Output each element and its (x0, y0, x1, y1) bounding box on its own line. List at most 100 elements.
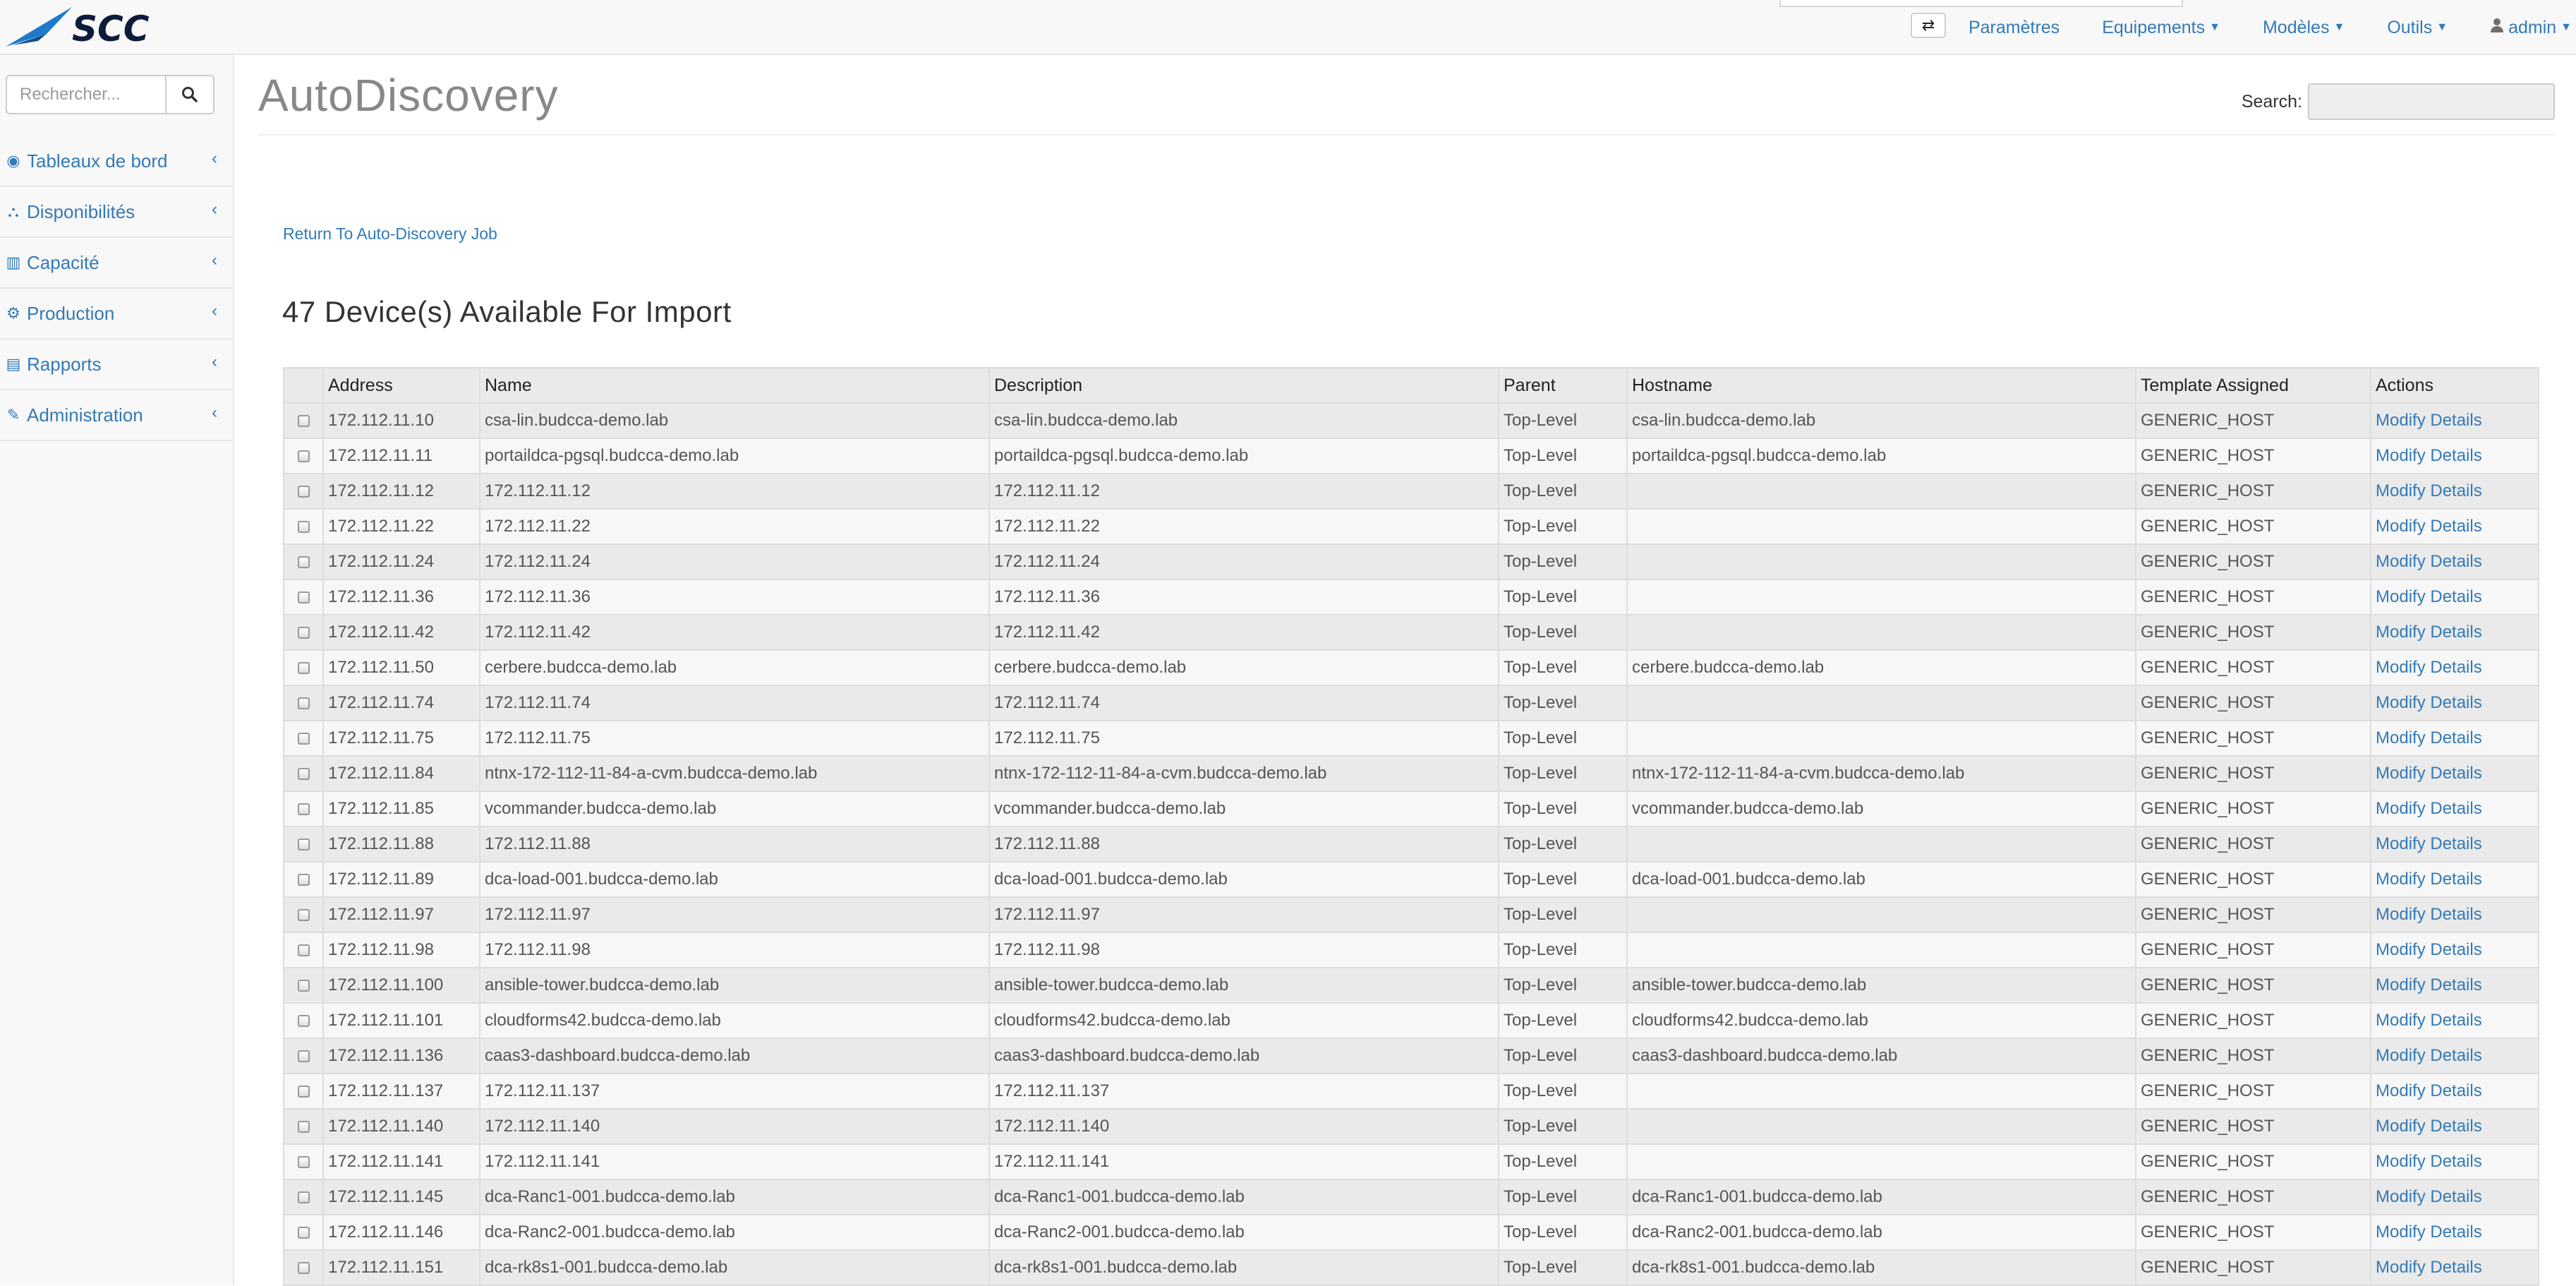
header-actions[interactable]: Actions (2370, 367, 2539, 404)
select-cell (283, 1073, 324, 1110)
row-checkbox[interactable] (297, 839, 310, 851)
modify-details-link[interactable]: Modify Details (2370, 438, 2539, 474)
cell-address: 172.112.11.24 (322, 543, 480, 580)
modify-details-link[interactable]: Modify Details (2370, 826, 2539, 863)
cogs-icon: ⚙ (6, 304, 20, 322)
table-search: Search: (2242, 83, 2555, 120)
sidebar-item-production[interactable]: ⚙ Production ‹ (0, 289, 233, 339)
row-checkbox[interactable] (297, 521, 310, 534)
modify-details-link[interactable]: Modify Details (2370, 543, 2539, 580)
scc-logo[interactable]: SCC (3, 3, 207, 49)
row-checkbox[interactable] (297, 1015, 310, 1028)
cell-hostname: portaildca-pgsql.budcca-demo.lab (1626, 438, 2136, 474)
modify-details-link[interactable]: Modify Details (2370, 579, 2539, 615)
row-checkbox[interactable] (297, 697, 310, 710)
modify-details-link[interactable]: Modify Details (2370, 896, 2539, 933)
modify-details-link[interactable]: Modify Details (2370, 720, 2539, 757)
table-body: 172.112.11.10 csa-lin.budcca-demo.lab csa-… (283, 402, 2539, 1286)
row-checkbox[interactable] (297, 768, 310, 781)
row-checkbox[interactable] (297, 1121, 310, 1134)
header-name[interactable]: Name (479, 367, 990, 404)
modify-details-link[interactable]: Modify Details (2370, 1179, 2539, 1215)
header-parent[interactable]: Parent (1498, 367, 1628, 404)
modify-details-link[interactable]: Modify Details (2370, 1143, 2539, 1180)
modify-details-link[interactable]: Modify Details (2370, 508, 2539, 545)
cell-address: 172.112.11.42 (322, 614, 480, 651)
cell-template: GENERIC_HOST (2135, 508, 2371, 545)
row-checkbox[interactable] (297, 1191, 310, 1204)
modify-details-link[interactable]: Modify Details (2370, 861, 2539, 898)
sidebar-item-disponibilites[interactable]: ⛬ Disponibilités ‹ (0, 187, 233, 238)
modify-details-link[interactable]: Modify Details (2370, 614, 2539, 651)
sidebar-item-capacite[interactable]: ▥ Capacité ‹ (0, 238, 233, 289)
sidebar-item-rapports[interactable]: ▤ Rapports ‹ (0, 339, 233, 390)
sidebar-item-administration[interactable]: ✎ Administration ‹ (0, 390, 233, 441)
cell-template: GENERIC_HOST (2135, 614, 2371, 651)
row-checkbox[interactable] (297, 415, 310, 428)
header-template-assigned[interactable]: Template Assigned (2135, 367, 2371, 404)
cell-description: 172.112.11.74 (988, 685, 1499, 721)
row-checkbox[interactable] (297, 1086, 310, 1098)
row-checkbox[interactable] (297, 803, 310, 816)
nav-item-equipements[interactable]: Equipements ▼ (2081, 18, 2242, 38)
row-checkbox[interactable] (297, 1262, 310, 1275)
nav-item-param-tres[interactable]: Paramètres (1947, 18, 2081, 38)
sidebar-item-label: Tableaux de bord (27, 150, 168, 172)
sidebar-item-tableaux-de-bord[interactable]: ◉ Tableaux de bord ‹ (0, 136, 233, 187)
row-checkbox[interactable] (297, 909, 310, 922)
table-row: 172.112.11.151 dca-rk8s1-001.budcca-demo.… (283, 1249, 2539, 1286)
table-row: 172.112.11.88 172.112.11.88 172.112.11.88 T… (283, 826, 2539, 863)
cell-hostname: cloudforms42.budcca-demo.lab (1626, 1002, 2136, 1039)
row-checkbox[interactable] (297, 733, 310, 745)
cell-description: 172.112.11.22 (988, 508, 1499, 545)
cell-name: dca-Ranc2-001.budcca-demo.lab (479, 1214, 990, 1251)
modify-details-link[interactable]: Modify Details (2370, 685, 2539, 721)
nav-item-mod-les[interactable]: Modèles ▼ (2242, 18, 2366, 38)
cell-hostname (1626, 826, 2136, 863)
nav-item-admin[interactable]: admin ▼ (2469, 18, 2576, 38)
modify-details-link[interactable]: Modify Details (2370, 1002, 2539, 1039)
row-checkbox[interactable] (297, 874, 310, 887)
modify-details-link[interactable]: Modify Details (2370, 1214, 2539, 1251)
row-checkbox[interactable] (297, 662, 310, 675)
header-address[interactable]: Address (322, 367, 480, 404)
sidebar-search-input[interactable] (6, 75, 167, 114)
header-description[interactable]: Description (988, 367, 1499, 404)
cell-template: GENERIC_HOST (2135, 1038, 2371, 1074)
row-checkbox[interactable] (297, 627, 310, 639)
sidebar-item-label: Administration (27, 404, 143, 426)
return-to-job-link[interactable]: Return To Auto-Discovery Job (283, 224, 497, 244)
modify-details-link[interactable]: Modify Details (2370, 649, 2539, 686)
row-checkbox[interactable] (297, 486, 310, 498)
cell-address: 172.112.11.11 (322, 438, 480, 474)
row-checkbox[interactable] (297, 556, 310, 569)
row-checkbox[interactable] (297, 1050, 310, 1063)
row-checkbox[interactable] (297, 1156, 310, 1169)
cell-description: 172.112.11.12 (988, 473, 1499, 510)
modify-details-link[interactable]: Modify Details (2370, 1108, 2539, 1145)
row-checkbox[interactable] (297, 1227, 310, 1239)
header-hostname[interactable]: Hostname (1626, 367, 2136, 404)
row-checkbox[interactable] (297, 980, 310, 992)
row-checkbox[interactable] (297, 944, 310, 957)
toggle-button[interactable]: ⇄ (1911, 13, 1946, 38)
modify-details-link[interactable]: Modify Details (2370, 473, 2539, 510)
row-checkbox[interactable] (297, 450, 310, 463)
nav-item-outils[interactable]: Outils ▼ (2366, 18, 2469, 38)
table-search-input[interactable] (2308, 83, 2555, 120)
modify-details-link[interactable]: Modify Details (2370, 932, 2539, 968)
modify-details-link[interactable]: Modify Details (2370, 1073, 2539, 1110)
modify-details-link[interactable]: Modify Details (2370, 791, 2539, 827)
cell-name: ansible-tower.budcca-demo.lab (479, 967, 990, 1004)
modify-details-link[interactable]: Modify Details (2370, 967, 2539, 1004)
row-checkbox[interactable] (297, 591, 310, 604)
cell-parent: Top-Level (1498, 649, 1628, 686)
cell-parent: Top-Level (1498, 1108, 1628, 1145)
modify-details-link[interactable]: Modify Details (2370, 402, 2539, 439)
cell-template: GENERIC_HOST (2135, 685, 2371, 721)
modify-details-link[interactable]: Modify Details (2370, 1038, 2539, 1074)
modify-details-link[interactable]: Modify Details (2370, 755, 2539, 792)
sidebar-search-button[interactable] (167, 75, 214, 114)
modify-details-link[interactable]: Modify Details (2370, 1249, 2539, 1286)
table-row: 172.112.11.50 cerbere.budcca-demo.lab cerb… (283, 649, 2539, 686)
